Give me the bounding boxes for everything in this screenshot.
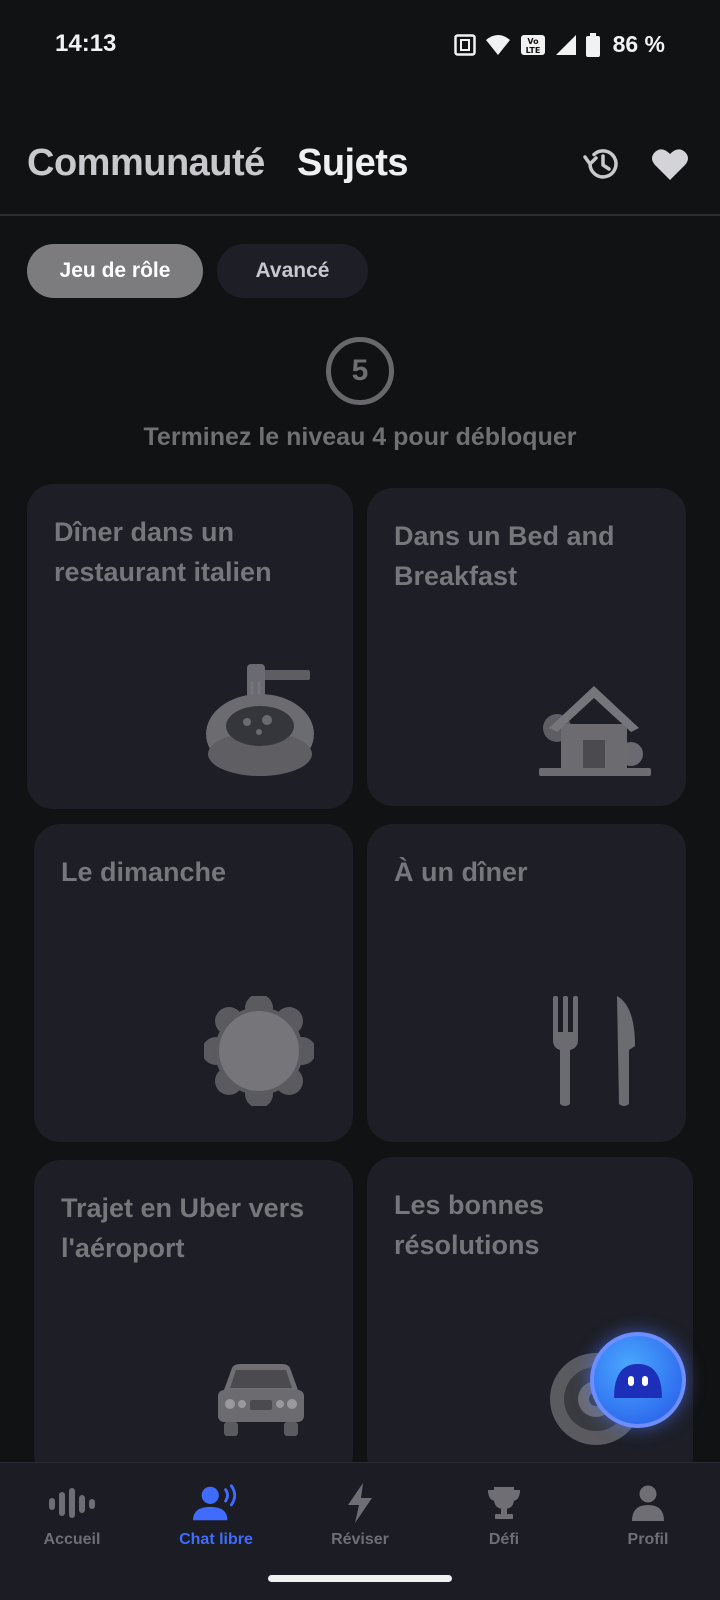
tab-community[interactable]: Communauté bbox=[27, 142, 265, 185]
status-time: 14:13 bbox=[55, 30, 117, 57]
fork-knife-icon bbox=[553, 996, 635, 1106]
nav-item-challenge[interactable]: Défi bbox=[439, 1483, 569, 1549]
pasta-bowl-icon bbox=[206, 664, 314, 776]
card-title: Dans un Bed and Breakfast bbox=[394, 521, 615, 591]
trophy-icon bbox=[481, 1483, 527, 1523]
nav-label: Profil bbox=[627, 1531, 669, 1548]
car-icon bbox=[218, 1364, 304, 1436]
topic-card-resolutions[interactable]: Les bonnes résolutions bbox=[367, 1157, 693, 1482]
nav-item-review[interactable]: Réviser bbox=[295, 1483, 425, 1549]
svg-text:Vo: Vo bbox=[527, 37, 539, 46]
person-icon bbox=[625, 1483, 671, 1523]
card-title: Trajet en Uber vers l'aéroport bbox=[61, 1193, 305, 1263]
wifi-icon bbox=[485, 34, 510, 55]
top-header: Communauté Sujets bbox=[0, 132, 720, 216]
level-badge: 5 bbox=[326, 337, 394, 405]
volte-icon: VoLTE bbox=[520, 34, 545, 55]
card-title: Le dimanche bbox=[61, 857, 227, 887]
status-bar: 14:13 Vo LTE 86 % bbox=[0, 0, 720, 92]
favorites-heart-icon[interactable] bbox=[648, 142, 692, 186]
card-title: Dîner dans un restaurant italien bbox=[54, 517, 272, 587]
ai-assistant-button[interactable] bbox=[590, 1332, 686, 1428]
filter-chip-advanced[interactable]: Avancé bbox=[217, 244, 368, 298]
nav-label: Accueil bbox=[43, 1531, 101, 1548]
topic-card-uber-airport[interactable]: Trajet en Uber vers l'aéroport bbox=[34, 1160, 353, 1480]
battery-icon bbox=[585, 32, 600, 57]
nav-label: Chat libre bbox=[179, 1531, 253, 1548]
voice-chat-icon bbox=[193, 1483, 239, 1523]
card-title: Les bonnes résolutions bbox=[394, 1190, 545, 1260]
nav-item-chat[interactable]: Chat libre bbox=[151, 1483, 281, 1549]
svg-text:LTE: LTE bbox=[525, 46, 540, 55]
status-icons: Vo LTE 86 % bbox=[453, 31, 665, 58]
topic-card-sunday[interactable]: Le dimanche bbox=[34, 824, 353, 1142]
unlock-message: Terminez le niveau 4 pour débloquer bbox=[143, 423, 577, 451]
signal-icon bbox=[555, 34, 576, 55]
nfc-icon bbox=[453, 33, 476, 56]
card-title: À un dîner bbox=[394, 857, 528, 887]
home-gesture-bar[interactable] bbox=[268, 1575, 452, 1582]
lightning-icon bbox=[337, 1483, 383, 1523]
waveform-icon bbox=[49, 1483, 95, 1523]
topic-card-dinner[interactable]: À un dîner bbox=[367, 824, 686, 1142]
robot-face-icon bbox=[614, 1364, 662, 1398]
nav-label: Défi bbox=[488, 1531, 520, 1548]
filter-chip-roleplay[interactable]: Jeu de rôle bbox=[27, 244, 203, 298]
topic-card-italian-restaurant[interactable]: Dîner dans un restaurant italien bbox=[27, 484, 353, 809]
nav-label: Réviser bbox=[331, 1531, 389, 1548]
nav-item-home[interactable]: Accueil bbox=[7, 1483, 137, 1549]
history-icon[interactable] bbox=[580, 142, 624, 186]
topic-card-bed-and-breakfast[interactable]: Dans un Bed and Breakfast bbox=[367, 488, 686, 806]
battery-percent: 86 % bbox=[612, 31, 665, 57]
tab-topics[interactable]: Sujets bbox=[297, 142, 409, 185]
nav-item-profile[interactable]: Profil bbox=[583, 1483, 713, 1549]
sun-icon bbox=[204, 996, 314, 1106]
house-icon bbox=[539, 686, 651, 776]
